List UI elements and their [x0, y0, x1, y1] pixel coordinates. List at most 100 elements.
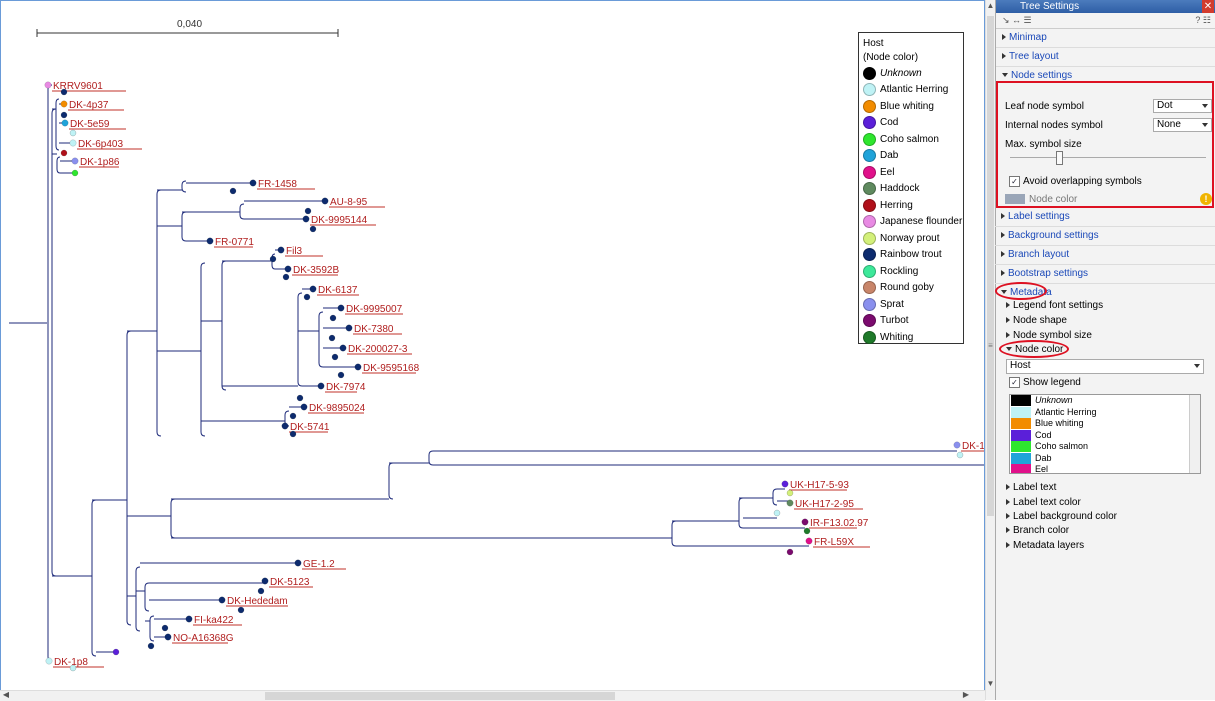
node-dot[interactable]	[161, 624, 169, 632]
node-dot[interactable]	[71, 169, 79, 177]
leaf-label[interactable]: DK-5741	[290, 422, 330, 433]
scroll-down-icon[interactable]: ▼	[986, 678, 995, 690]
leaf-node-dot[interactable]	[302, 215, 310, 223]
node-dot[interactable]	[257, 587, 265, 595]
node-dot[interactable]	[304, 207, 312, 215]
leaf-node-dot[interactable]	[339, 344, 347, 352]
color-list-item[interactable]: Unknown	[1010, 395, 1200, 407]
leaf-node-dot[interactable]	[277, 246, 285, 254]
color-swatch[interactable]	[1011, 452, 1031, 464]
leaf-node-dot[interactable]	[953, 441, 961, 449]
leaf-node-dot[interactable]	[249, 179, 257, 187]
node-dot[interactable]	[956, 451, 964, 459]
leaf-node-dot[interactable]	[71, 157, 79, 165]
leaf-node-dot[interactable]	[786, 499, 794, 507]
tool-icons[interactable]: ↘ ↔ ☰	[1002, 15, 1032, 25]
color-swatch[interactable]	[1011, 406, 1031, 418]
show-legend-checkbox[interactable]: ✓ Show legend	[1009, 377, 1081, 388]
leaf-node-dot[interactable]	[801, 518, 809, 526]
node-dot[interactable]	[328, 334, 336, 342]
leaf-node-dot[interactable]	[185, 615, 193, 623]
node-dot[interactable]	[229, 187, 237, 195]
leaf-node-dot[interactable]	[61, 119, 69, 127]
label-background-color-settings[interactable]: Label background color	[1006, 511, 1117, 522]
leaf-label[interactable]: UK-H17-5-93	[790, 480, 849, 491]
avoid-overlap-checkbox[interactable]: ✓ Avoid overlapping symbols	[1009, 176, 1142, 187]
leaf-node-symbol-select[interactable]: Dot	[1153, 99, 1212, 113]
node-dot[interactable]	[786, 548, 794, 556]
section-bootstrap-settings[interactable]: Bootstrap settings	[995, 265, 1215, 284]
leaf-node-dot[interactable]	[781, 480, 789, 488]
node-shape-settings[interactable]: Node shape	[1006, 315, 1067, 326]
color-list-scrollbar[interactable]	[1189, 395, 1200, 473]
node-dot[interactable]	[147, 642, 155, 650]
section-label-settings[interactable]: Label settings	[995, 208, 1215, 227]
leaf-label[interactable]: DK-1p8	[54, 657, 88, 668]
checkbox-checked-icon[interactable]: ✓	[1009, 176, 1020, 187]
node-dot[interactable]	[303, 293, 311, 301]
node-dot[interactable]	[331, 353, 339, 361]
node-symbol-size-settings[interactable]: Node symbol size	[1006, 330, 1092, 341]
leaf-label[interactable]: FR-0771	[215, 237, 254, 248]
scroll-left-icon[interactable]: ◀	[0, 690, 12, 700]
leaf-node-dot[interactable]	[317, 382, 325, 390]
node-color-swatch[interactable]	[1005, 194, 1025, 205]
horizontal-scroll-thumb[interactable]	[265, 692, 615, 700]
tree-view[interactable]: 0,040 KRRV9601 DK-4p37 DK-5e59 DK-6p403 DK-1…	[0, 0, 985, 700]
color-swatch[interactable]	[1011, 418, 1031, 430]
leaf-node-dot[interactable]	[206, 237, 214, 245]
leaf-node-dot[interactable]	[805, 537, 813, 545]
leaf-label[interactable]: DK-Hededam	[227, 596, 288, 607]
leaf-node-dot[interactable]	[321, 197, 329, 205]
section-background-settings[interactable]: Background settings	[995, 227, 1215, 246]
label-text-settings[interactable]: Label text	[1006, 482, 1056, 493]
color-list-item[interactable]: Cod	[1010, 430, 1200, 442]
leaf-label[interactable]: FI-ka422	[194, 615, 234, 626]
color-list-item[interactable]: Eel	[1010, 464, 1200, 473]
color-list-item[interactable]: Coho salmon	[1010, 441, 1200, 453]
section-branch-layout[interactable]: Branch layout	[995, 246, 1215, 265]
leaf-node-dot[interactable]	[345, 324, 353, 332]
node-color-setting[interactable]: Node color	[1005, 194, 1077, 205]
color-list-item[interactable]: Atlantic Herring	[1010, 407, 1200, 419]
phylogenetic-tree[interactable]: 0,040 KRRV9601 DK-4p37 DK-5e59 DK-6p403 DK-1…	[1, 1, 985, 700]
host-select[interactable]: Host	[1006, 359, 1204, 374]
help-icon[interactable]: ? ☷	[1195, 13, 1211, 28]
leaf-label[interactable]: FR-L59X	[814, 537, 854, 548]
color-swatch[interactable]	[1011, 395, 1031, 407]
vertical-scroll-thumb[interactable]	[987, 16, 994, 516]
leaf-node-dot[interactable]	[60, 100, 68, 108]
leaf-node-dot[interactable]	[261, 577, 269, 585]
section-node-settings[interactable]: Node settings	[996, 67, 1215, 85]
color-swatch[interactable]	[1011, 464, 1031, 473]
leaf-label[interactable]: DK-5e59	[70, 119, 110, 130]
branch-color-settings[interactable]: Branch color	[1006, 525, 1069, 536]
node-dot[interactable]	[60, 111, 68, 119]
section-minimap[interactable]: Minimap	[996, 29, 1215, 48]
internal-nodes-symbol-select[interactable]: None	[1153, 118, 1212, 132]
section-tree-layout[interactable]: Tree layout	[996, 48, 1215, 67]
node-dot[interactable]	[69, 129, 77, 137]
node-dot[interactable]	[773, 509, 781, 517]
metadata-layers-settings[interactable]: Metadata layers	[1006, 540, 1084, 551]
leaf-label[interactable]: DK-1p86	[80, 157, 120, 168]
leaf-node-dot[interactable]	[44, 81, 52, 89]
legend-font-settings[interactable]: Legend font settings	[1006, 300, 1103, 311]
node-dot[interactable]	[309, 225, 317, 233]
leaf-label[interactable]: DK-6137	[318, 285, 358, 296]
color-list[interactable]: Unknown Atlantic Herring Blue whiting Cod Co…	[1009, 394, 1201, 474]
leaf-node-dot[interactable]	[45, 657, 53, 665]
leaf-node-dot[interactable]	[309, 285, 317, 293]
leaf-node-dot[interactable]	[218, 596, 226, 604]
node-dot[interactable]	[337, 371, 345, 379]
leaf-label[interactable]: GE-1.2	[303, 559, 335, 570]
leaf-label[interactable]: DK-7974	[326, 382, 366, 393]
leaf-node-dot[interactable]	[354, 363, 362, 371]
leaf-node-dot[interactable]	[69, 139, 77, 147]
warning-icon[interactable]: !	[1200, 193, 1212, 205]
leaf-label[interactable]: DK-6p403	[78, 139, 123, 150]
symbol-size-slider-thumb[interactable]	[1056, 151, 1063, 165]
leaf-node-dot[interactable]	[337, 304, 345, 312]
node-dot[interactable]	[237, 606, 245, 614]
node-dot[interactable]	[296, 394, 304, 402]
